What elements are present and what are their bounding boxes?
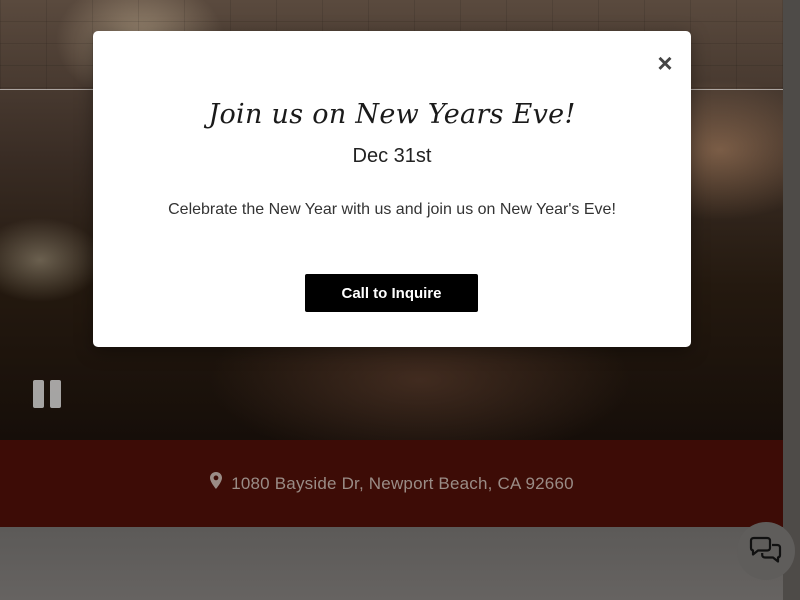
map-pin-icon [210, 471, 223, 489]
slideshow-pause-button[interactable] [33, 380, 63, 410]
pause-icon-bar-right [50, 380, 61, 408]
call-to-inquire-button[interactable]: Call to Inquire [305, 274, 478, 312]
close-icon[interactable]: × [653, 50, 677, 76]
chat-button[interactable] [737, 522, 795, 580]
address-link[interactable]: 1080 Bayside Dr, Newport Beach, CA 92660 [231, 474, 574, 494]
pause-icon-bar-left [33, 380, 44, 408]
chat-bubbles-icon [749, 536, 782, 563]
page: 1080 Bayside Dr, Newport Beach, CA 92660… [0, 0, 800, 600]
address-bar: 1080 Bayside Dr, Newport Beach, CA 92660 [0, 440, 783, 527]
lower-section [0, 527, 783, 600]
modal-date: Dec 31st [352, 145, 432, 167]
new-years-eve-modal: × Join us on New Years Eve! Dec 31st Cel… [93, 31, 691, 347]
modal-title: Join us on New Years Eve! [208, 99, 576, 130]
modal-description: Celebrate the New Year with us and join … [168, 201, 616, 218]
page-scrollbar[interactable] [783, 0, 800, 600]
